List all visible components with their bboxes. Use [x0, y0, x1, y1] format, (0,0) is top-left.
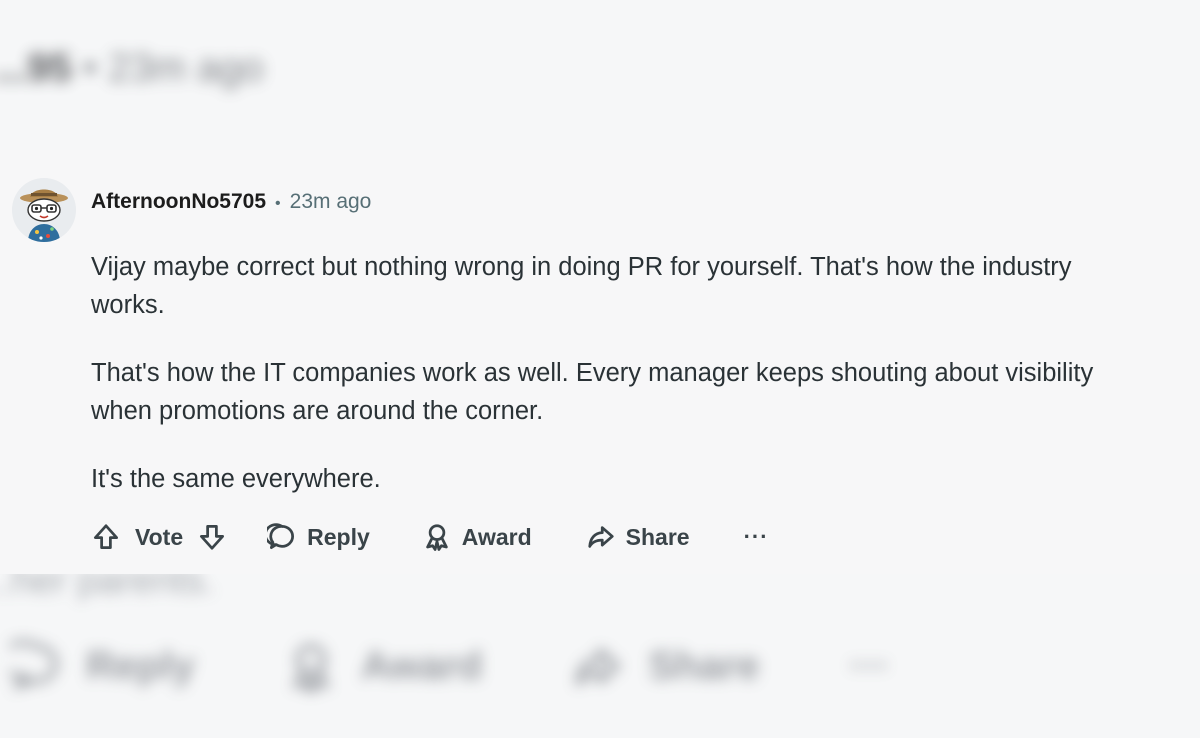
background-award-label: Award — [360, 643, 483, 688]
background-time: 23m ago — [108, 46, 264, 90]
reply-button[interactable]: Reply — [267, 522, 370, 552]
award-ribbon-icon — [426, 524, 448, 551]
background-more: ··· — [850, 644, 890, 689]
share-arrow-icon — [588, 526, 614, 548]
comment-meta: AfternoonNo5705 • 23m ago — [91, 190, 371, 214]
background-reply: Reply — [10, 640, 195, 692]
vote-label: Vote — [135, 523, 184, 550]
background-username: ...95 — [0, 46, 72, 90]
more-options-button[interactable]: ··· — [744, 524, 769, 550]
award-ribbon-icon — [291, 643, 331, 692]
comment-timestamp[interactable]: 23m ago — [290, 190, 372, 214]
share-arrow-icon — [576, 648, 621, 686]
background-share: Share — [572, 640, 760, 692]
upvote-button[interactable] — [91, 522, 121, 552]
username-link[interactable]: AfternoonNo5705 — [91, 190, 266, 214]
background-more-label: ··· — [849, 643, 890, 688]
avatar[interactable] — [12, 178, 76, 242]
award-button[interactable]: Award — [422, 522, 532, 552]
arrow-down-icon — [200, 525, 225, 550]
background-comment-meta: ...95 • 23m ago — [0, 46, 264, 91]
reply-label: Reply — [307, 523, 370, 550]
speech-bubble-icon — [267, 523, 295, 549]
ellipsis-icon: ··· — [743, 524, 769, 549]
comment-body: Vijay maybe correct but nothing wrong in… — [91, 248, 1151, 528]
vote-group: Vote — [91, 522, 227, 552]
arrow-up-icon — [94, 524, 118, 549]
snoo-avatar-icon — [12, 178, 76, 242]
share-button[interactable]: Share — [586, 522, 690, 552]
award-label: Award — [461, 523, 532, 550]
background-award: Award — [285, 640, 483, 692]
background-reply-label: Reply — [86, 643, 195, 688]
background-separator: • — [82, 46, 97, 90]
comment-paragraph: It's the same everywhere. — [91, 465, 381, 493]
comment-paragraph: Vijay maybe correct but nothing wrong in… — [91, 253, 1072, 319]
background-share-label: Share — [648, 643, 760, 688]
meta-separator: • — [275, 195, 281, 212]
speech-bubble-icon — [10, 640, 59, 691]
background-action-bar: Reply Award Share ··· — [10, 640, 890, 692]
comment-action-bar: Vote Reply Award Share ··· — [91, 522, 769, 552]
share-label: Share — [625, 523, 690, 550]
downvote-button[interactable] — [197, 522, 227, 552]
comment-card: AfternoonNo5705 • 23m ago Vijay maybe co… — [0, 150, 1200, 574]
comment-paragraph: That's how the IT companies work as well… — [91, 359, 1094, 425]
